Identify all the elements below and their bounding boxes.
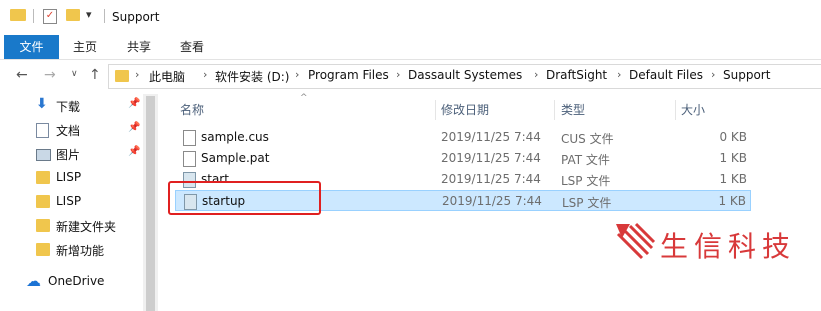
ribbon-tabs: 文件 主页 共享 查看	[0, 35, 821, 60]
folder-icon	[115, 70, 129, 82]
folder-icon	[36, 219, 50, 232]
file-row-sample-pat[interactable]: Sample.pat 2019/11/25 7:44 PAT 文件 1 KB	[175, 148, 751, 169]
navigation-bar: ← → ∨ ↑ › 此电脑 › 软件安装 (D:) › Program File…	[0, 60, 821, 91]
chevron-right-icon[interactable]: ›	[203, 68, 207, 81]
file-date: 2019/11/25 7:44	[441, 172, 541, 186]
file-name: Sample.pat	[201, 151, 270, 165]
file-type: CUS 文件	[561, 132, 614, 146]
sidebar-scrollbar-thumb[interactable]	[146, 96, 155, 311]
file-size: 1 KB	[718, 194, 746, 208]
tab-share[interactable]: 共享	[124, 35, 154, 59]
customize-quick-access-icon[interactable]: ▾	[86, 8, 92, 21]
pin-icon[interactable]: 📌	[128, 98, 140, 109]
toolbar-divider	[104, 9, 105, 23]
sidebar-item-new-folder[interactable]: 新建文件夹	[0, 215, 143, 237]
document-icon	[36, 123, 49, 138]
sidebar-item-documents[interactable]: 文档 📌	[0, 119, 143, 141]
navigation-pane: ⬇ 下载 📌 文档 📌 图片 📌 LISP LISP 新建文件夹 新增功能 ☁ …	[0, 91, 143, 311]
recent-locations-icon[interactable]: ∨	[71, 69, 78, 79]
column-divider[interactable]	[675, 100, 676, 120]
annotation-highlight-box	[168, 181, 321, 215]
picture-icon	[36, 149, 51, 161]
file-row-sample-cus[interactable]: sample.cus 2019/11/25 7:44 CUS 文件 0 KB	[175, 127, 751, 148]
sidebar-item-label: LISP	[56, 170, 82, 184]
sidebar-item-label: 图片	[56, 148, 81, 162]
file-icon	[183, 130, 196, 146]
sidebar-item-new-features[interactable]: 新增功能	[0, 239, 143, 261]
file-name: sample.cus	[201, 130, 269, 144]
tab-file[interactable]: 文件	[4, 35, 59, 59]
sidebar-item-label: 文档	[56, 124, 81, 138]
file-date: 2019/11/25 7:44	[441, 130, 541, 144]
sidebar-item-label: 下载	[56, 100, 81, 114]
chevron-right-icon[interactable]: ›	[534, 68, 538, 81]
address-bar[interactable]: › 此电脑 › 软件安装 (D:) › Program Files › Dass…	[108, 64, 821, 89]
pin-icon[interactable]: 📌	[128, 122, 140, 133]
file-icon	[183, 151, 196, 167]
folder-icon	[36, 243, 50, 256]
folder-icon	[10, 9, 26, 21]
folder-icon	[36, 195, 50, 208]
chevron-right-icon[interactable]: ›	[711, 68, 715, 81]
back-arrow-icon[interactable]: ←	[16, 67, 28, 83]
file-size: 1 KB	[719, 172, 747, 186]
column-header-date[interactable]: 修改日期	[441, 101, 489, 118]
breadcrumb-this-pc[interactable]: 此电脑	[149, 68, 185, 85]
file-size: 0 KB	[719, 130, 747, 144]
sidebar-item-pictures[interactable]: 图片 📌	[0, 143, 143, 165]
breadcrumb-dassault-systemes[interactable]: Dassault Systemes	[408, 68, 522, 82]
sort-ascending-icon: ^	[300, 93, 308, 103]
sidebar-item-onedrive[interactable]: ☁ OneDrive	[0, 271, 143, 293]
folder-icon	[36, 171, 50, 184]
properties-icon[interactable]: ✓	[43, 9, 57, 24]
sidebar-item-lisp-2[interactable]: LISP	[0, 191, 143, 213]
chevron-right-icon[interactable]: ›	[396, 68, 400, 81]
sidebar-item-label: OneDrive	[48, 274, 105, 288]
watermark-text: 生信科技	[660, 230, 797, 263]
sidebar-item-lisp[interactable]: LISP	[0, 167, 143, 189]
sidebar-item-label: 新建文件夹	[56, 220, 117, 234]
sidebar-item-downloads[interactable]: ⬇ 下载 📌	[0, 95, 143, 117]
watermark-logo-icon	[616, 222, 656, 260]
cloud-icon: ☁	[26, 272, 41, 290]
breadcrumb-drive[interactable]: 软件安装 (D:)	[215, 68, 289, 85]
sidebar-item-label: LISP	[56, 194, 82, 208]
download-icon: ⬇	[36, 96, 48, 112]
file-date: 2019/11/25 7:44	[441, 151, 541, 165]
title-bar: ✓ ▾ Support	[0, 0, 821, 35]
chevron-right-icon[interactable]: ›	[617, 68, 621, 81]
tab-view[interactable]: 查看	[177, 35, 207, 59]
column-header-type[interactable]: 类型	[561, 101, 585, 118]
breadcrumb-draftsight[interactable]: DraftSight	[546, 68, 607, 82]
file-type: LSP 文件	[561, 174, 611, 188]
tab-home[interactable]: 主页	[70, 35, 100, 59]
breadcrumb-program-files[interactable]: Program Files	[308, 68, 389, 82]
pin-icon[interactable]: 📌	[128, 146, 140, 157]
column-header-name[interactable]: 名称	[180, 101, 204, 118]
file-date: 2019/11/25 7:44	[442, 194, 542, 208]
new-folder-icon[interactable]	[66, 9, 80, 21]
chevron-right-icon[interactable]: ›	[135, 68, 139, 81]
file-size: 1 KB	[719, 151, 747, 165]
chevron-right-icon[interactable]: ›	[295, 68, 299, 81]
column-divider[interactable]	[554, 100, 555, 120]
file-type: LSP 文件	[562, 196, 612, 210]
file-type: PAT 文件	[561, 153, 610, 167]
breadcrumb-support[interactable]: Support	[723, 68, 770, 82]
forward-arrow-icon[interactable]: →	[44, 67, 56, 83]
column-divider[interactable]	[435, 100, 436, 120]
window-title: Support	[112, 10, 160, 24]
toolbar-divider	[33, 9, 34, 23]
sidebar-item-label: 新增功能	[56, 244, 105, 258]
column-header-size[interactable]: 大小	[681, 101, 705, 118]
up-arrow-icon[interactable]: ↑	[89, 67, 101, 83]
breadcrumb-default-files[interactable]: Default Files	[629, 68, 703, 82]
